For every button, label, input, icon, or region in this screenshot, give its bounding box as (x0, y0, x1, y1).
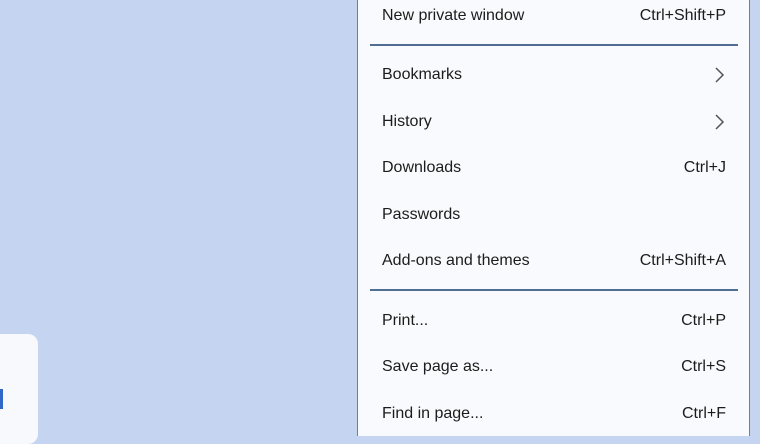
menu-separator (370, 289, 738, 291)
menu-separator (370, 44, 738, 46)
menu-item-find-in-page[interactable]: Find in page... Ctrl+F (360, 392, 747, 436)
menu-item-label: Downloads (382, 159, 462, 176)
menu-item-label: Save page as... (382, 358, 494, 375)
menu-item-downloads[interactable]: Downloads Ctrl+J (360, 146, 747, 190)
chevron-right-icon (712, 113, 726, 131)
menu-item-label: Bookmarks (382, 66, 463, 83)
menu-item-new-private-window[interactable]: New private window Ctrl+Shift+P (360, 0, 747, 38)
menu-item-label: Add-ons and themes (382, 252, 530, 269)
menu-item-passwords[interactable]: Passwords (360, 193, 747, 237)
menu-item-label: New private window (382, 7, 525, 24)
menu-item-print[interactable]: Print... Ctrl+P (360, 299, 747, 343)
menu-item-label: History (382, 113, 432, 130)
menu-item-shortcut: Ctrl+F (682, 405, 726, 422)
menu-item-addons-and-themes[interactable]: Add-ons and themes Ctrl+Shift+A (360, 239, 747, 283)
app-menu-panel: New private window Ctrl+Shift+P Bookmark… (357, 0, 750, 436)
menu-item-shortcut: Ctrl+Shift+P (639, 7, 726, 24)
chevron-right-icon (712, 66, 726, 84)
menu-item-shortcut: Ctrl+Shift+A (639, 252, 726, 269)
menu-item-shortcut: Ctrl+S (681, 358, 726, 375)
menu-item-shortcut: Ctrl+J (683, 159, 726, 176)
menu-item-save-page-as[interactable]: Save page as... Ctrl+S (360, 345, 747, 389)
menu-item-label: Passwords (382, 206, 461, 223)
menu-item-history[interactable]: History (360, 100, 747, 144)
window-accent-mark (0, 389, 3, 409)
menu-item-label: Print... (382, 312, 429, 329)
menu-item-bookmarks[interactable]: Bookmarks (360, 53, 747, 97)
menu-item-shortcut: Ctrl+P (681, 312, 726, 329)
menu-item-label: Find in page... (382, 405, 484, 422)
